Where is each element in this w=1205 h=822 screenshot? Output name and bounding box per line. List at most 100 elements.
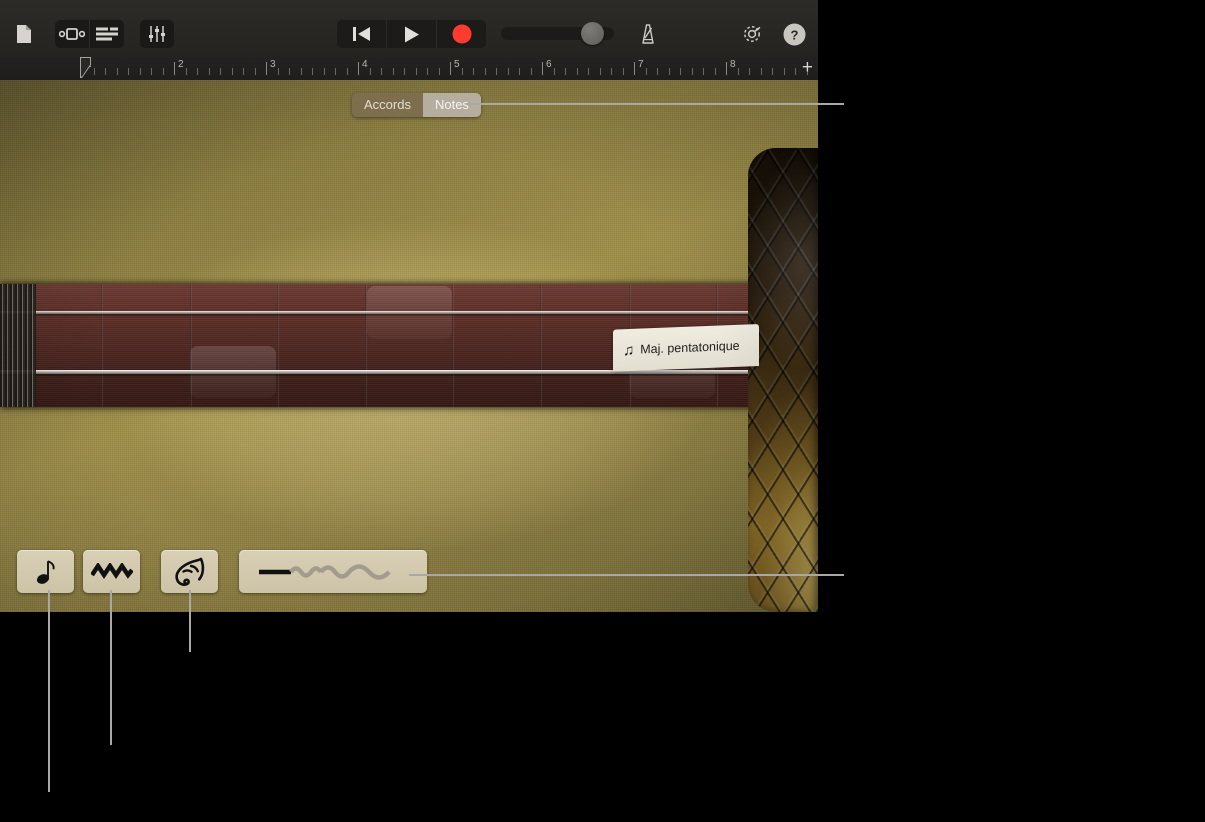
ruler-sub-tick [312, 68, 313, 75]
master-volume-slider[interactable] [501, 22, 614, 45]
play-button[interactable] [386, 20, 436, 48]
ruler-sub-tick [346, 68, 348, 75]
instrument-icon[interactable] [55, 20, 89, 48]
ruler-sub-tick [484, 68, 486, 75]
transport-controls [337, 20, 486, 48]
ruler-bar-number: 2 [178, 59, 184, 70]
volume-knob[interactable] [581, 22, 604, 45]
ruler-sub-tick [645, 68, 647, 75]
ruler-sub-tick [392, 68, 394, 75]
ruler-sub-tick [507, 68, 509, 75]
gear-icon[interactable] [739, 20, 765, 48]
ruler-sub-tick [588, 68, 589, 75]
leader-line-arpeggio-button [110, 590, 112, 745]
ruler-bar-tick [174, 62, 175, 75]
top-toolbar: ? [0, 0, 818, 55]
ruler-sub-tick [783, 68, 785, 75]
ruler-sub-tick [254, 68, 256, 75]
oud-string[interactable] [0, 311, 760, 314]
rewind-button[interactable] [337, 20, 386, 48]
music-note-icon: ♫ [623, 341, 635, 359]
garageband-app-window: ? 12345678 + [0, 0, 818, 612]
metronome-icon[interactable] [633, 20, 659, 48]
help-icon[interactable]: ? [781, 20, 807, 48]
ruler-sub-tick [737, 68, 739, 75]
bow-button[interactable] [161, 550, 218, 593]
leader-line-note-button [48, 590, 50, 792]
ruler-sub-tick [622, 68, 624, 75]
ruler-sub-tick [611, 68, 612, 75]
ruler-sub-tick [795, 68, 796, 75]
playhead-marker[interactable] [80, 57, 92, 78]
tracks-icon[interactable] [89, 20, 124, 48]
ruler-sub-tick [703, 68, 704, 75]
ruler-sub-tick [300, 68, 302, 75]
ruler-sub-tick [289, 68, 290, 75]
mixer-group [140, 20, 174, 48]
zigzag-icon [90, 562, 133, 579]
leader-line-vibrato [409, 574, 844, 576]
ruler-bar-tick [450, 62, 451, 75]
ruler-sub-tick [530, 68, 532, 75]
oud-string[interactable] [0, 370, 760, 374]
ruler-sub-tick [473, 68, 474, 75]
document-icon[interactable] [12, 20, 36, 48]
ruler-sub-tick [519, 68, 520, 75]
ruler-bar-tick [726, 62, 727, 75]
view-toggle-group [55, 20, 124, 48]
ruler-sub-tick [657, 68, 658, 75]
ruler-sub-tick [461, 68, 463, 75]
tab-notes[interactable]: Notes [422, 93, 481, 117]
ruler-sub-tick [760, 68, 762, 75]
ruler-bar-number: 5 [454, 59, 460, 70]
ruler-sub-tick [599, 68, 601, 75]
ruler-sub-tick [714, 68, 716, 75]
ruler-sub-tick [691, 68, 693, 75]
ruler-sub-tick [565, 68, 566, 75]
screenshot-root: ? 12345678 + [0, 0, 1205, 822]
arpeggio-button[interactable] [83, 550, 140, 593]
ruler-bar-number: 7 [638, 59, 644, 70]
mixer-icon[interactable] [140, 20, 174, 48]
ruler-sub-tick [415, 68, 417, 75]
ruler-sub-tick [220, 68, 221, 75]
add-section-button[interactable]: + [802, 58, 813, 77]
vibrato-selector[interactable] [239, 550, 427, 593]
ruler-bar-tick [634, 62, 635, 75]
ruler-sub-tick [139, 68, 141, 75]
ruler-sub-tick [185, 68, 187, 75]
oud-rosette [748, 148, 818, 612]
ruler-sub-tick [323, 68, 325, 75]
ruler-sub-tick [162, 68, 164, 75]
timeline-ruler[interactable]: 12345678 + [0, 55, 818, 81]
ruler-sub-tick [231, 68, 233, 75]
ruler-sub-tick [496, 68, 497, 75]
ruler-sub-tick [208, 68, 210, 75]
scale-chip-label: Maj. pentatonique [640, 338, 740, 357]
scale-chip[interactable]: ♫ Maj. pentatonique [613, 324, 759, 372]
mode-tab-switch: Accords Notes [352, 93, 481, 117]
note-button[interactable] [17, 550, 74, 593]
record-button[interactable] [436, 20, 486, 48]
ruler-bar-number: 8 [730, 59, 736, 70]
leader-line-notes-tab [466, 103, 844, 105]
leader-line-bow-button [189, 590, 191, 652]
ruler-sub-tick [427, 68, 428, 75]
ruler-sub-tick [576, 68, 578, 75]
ruler-sub-tick [438, 68, 440, 75]
ruler-bar-tick [542, 62, 543, 75]
ruler-sub-tick [335, 68, 336, 75]
ruler-sub-tick [369, 68, 371, 75]
ruler-sub-tick [197, 68, 198, 75]
ruler-sub-tick [243, 68, 244, 75]
ruler-sub-tick [680, 68, 681, 75]
instrument-stage: ♫ Maj. pentatonique Accords Notes [0, 80, 818, 612]
ruler-sub-tick [93, 68, 95, 75]
tab-accords[interactable]: Accords [352, 93, 423, 117]
svg-text:?: ? [790, 27, 798, 42]
ruler-bar-tick [266, 62, 267, 75]
ruler-sub-tick [381, 68, 382, 75]
wave-icon [259, 563, 391, 580]
ruler-sub-tick [553, 68, 555, 75]
ruler-bar-number: 6 [546, 59, 552, 70]
